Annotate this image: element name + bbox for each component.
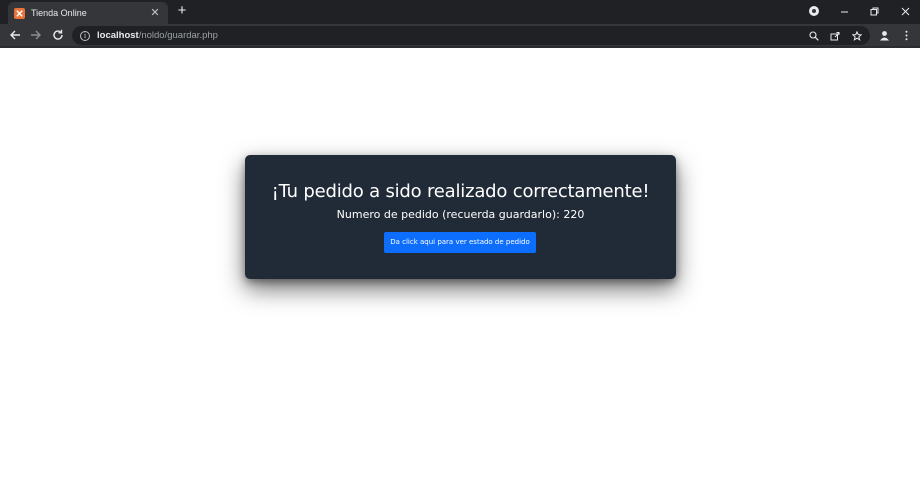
close-tab-icon[interactable]: ✕ [148, 6, 162, 20]
minimize-icon[interactable] [836, 3, 852, 19]
bookmark-star-icon[interactable] [850, 29, 864, 43]
order-confirmation-card: ¡Tu pedido a sido realizado correctament… [245, 155, 676, 279]
browser-toolbar: i localhost/noldo/guardar.php [0, 24, 920, 47]
site-info-icon[interactable]: i [80, 30, 90, 41]
confirmation-title: ¡Tu pedido a sido realizado correctament… [271, 181, 650, 202]
tab-title: Tienda Online [31, 8, 87, 18]
xampp-icon [14, 7, 25, 19]
reload-icon[interactable] [50, 27, 66, 43]
close-window-icon[interactable] [897, 3, 913, 19]
share-icon[interactable] [828, 29, 842, 43]
kebab-menu-icon[interactable] [899, 28, 913, 42]
url-path: /noldo/guardar.php [138, 30, 218, 41]
back-arrow-icon[interactable] [7, 27, 23, 43]
order-status-button[interactable]: Da click aqui para ver estado de pedido [384, 232, 536, 253]
order-number-text: Numero de pedido (recuerda guardarlo): 2… [336, 208, 585, 221]
url-host: localhost [97, 30, 139, 41]
new-tab-button[interactable]: + [174, 3, 190, 19]
address-bar[interactable]: i localhost/noldo/guardar.php [72, 26, 870, 45]
browser-tab[interactable]: Tienda Online ✕ [8, 2, 168, 24]
restore-icon[interactable] [866, 3, 882, 19]
profile-indicator-icon[interactable] [806, 3, 822, 19]
browser-titlebar: Tienda Online ✕ + [0, 0, 920, 24]
profile-avatar-icon[interactable] [877, 28, 891, 42]
toolbar-divider [0, 46, 920, 48]
zoom-icon[interactable] [807, 29, 821, 43]
forward-arrow-icon[interactable] [28, 27, 44, 43]
